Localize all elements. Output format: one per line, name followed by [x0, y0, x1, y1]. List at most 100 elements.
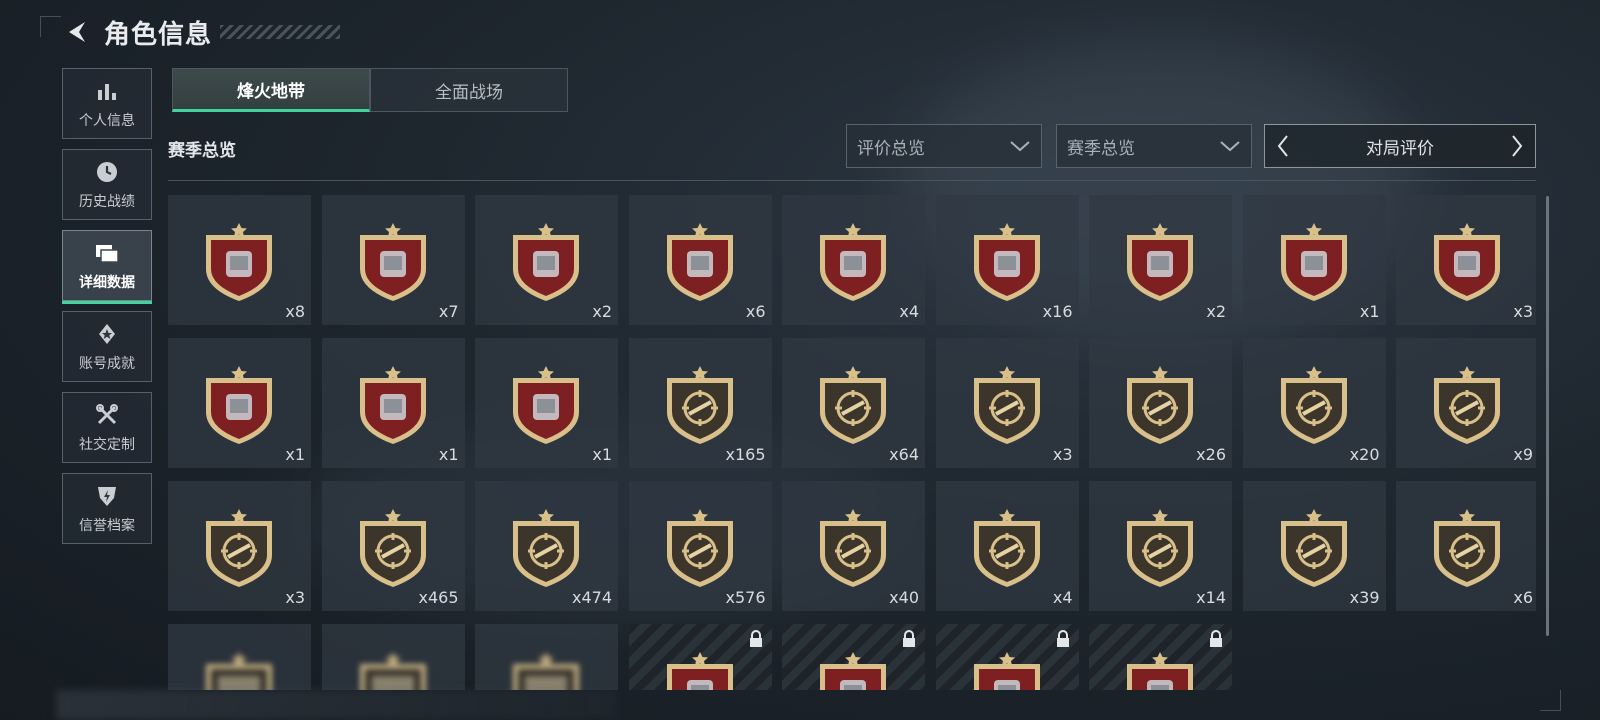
season-dropdown[interactable]: 赛季总览 — [1056, 124, 1252, 168]
tab-full-battlefield[interactable]: 全面战场 — [370, 68, 568, 112]
badge-count: x2 — [1206, 302, 1226, 321]
badge-cell[interactable]: x7 — [321, 195, 465, 325]
badge-cell[interactable] — [321, 624, 465, 690]
folder-icon — [94, 240, 120, 266]
badge-cell[interactable]: x2 — [1089, 195, 1232, 325]
badge-cell[interactable]: x4 — [935, 481, 1079, 611]
badge-count: x16 — [1042, 302, 1073, 321]
badge-count: x1 — [438, 445, 459, 464]
mask-head-icon — [1127, 509, 1193, 587]
sidebar-item-label: 历史战绩 — [79, 193, 135, 210]
plate-icon — [666, 223, 733, 301]
next-button[interactable] — [1505, 131, 1529, 161]
sidebar-item-reputation[interactable]: 信誉档案 — [62, 473, 152, 544]
chevron-down-icon — [1220, 141, 1240, 152]
wings-emblem-icon — [820, 509, 886, 587]
lock-icon — [903, 630, 915, 647]
sidebar-item-personal-info[interactable]: 个人信息 — [62, 68, 152, 139]
rating-dropdown[interactable]: 评价总览 — [846, 124, 1042, 168]
sidebar: 个人信息 历史战绩 详细数据 账号成就 社交定制 信誉档案 — [62, 68, 154, 554]
prev-button[interactable] — [1271, 131, 1295, 161]
sidebar-item-achievements[interactable]: 账号成就 — [62, 311, 152, 382]
rating-dropdown-label: 评价总览 — [857, 138, 925, 159]
badge-count: x4 — [899, 302, 919, 321]
rifle-crosshair-icon — [1127, 366, 1193, 444]
badge-count: x465 — [418, 588, 459, 607]
sidebar-item-social[interactable]: 社交定制 — [62, 392, 152, 463]
badge-cell[interactable]: x6 — [1396, 481, 1536, 611]
badge-cell[interactable]: x3 — [935, 338, 1079, 468]
badge-cell[interactable]: x9 — [1396, 338, 1536, 468]
skull-head-icon — [1434, 509, 1500, 587]
badge-count: x6 — [1513, 588, 1533, 607]
shield-bolt-icon — [94, 483, 120, 509]
badge-cell[interactable]: x20 — [1242, 338, 1386, 468]
frame-corner — [40, 16, 61, 37]
badge-cell[interactable]: x2 — [475, 195, 618, 325]
badge-cell[interactable] — [168, 624, 311, 690]
badge-cell[interactable]: x14 — [1089, 481, 1232, 611]
sidebar-item-detailed-data[interactable]: 详细数据 — [62, 230, 152, 304]
blurred-icon — [206, 652, 272, 690]
badge-cell[interactable]: x39 — [1242, 481, 1386, 611]
badge-cell[interactable]: x4 — [782, 195, 925, 325]
badge-cell[interactable]: x165 — [628, 338, 772, 468]
badge-cell[interactable]: x465 — [321, 481, 465, 611]
badge-cell[interactable] — [782, 624, 925, 690]
sidebar-item-history[interactable]: 历史战绩 — [62, 149, 152, 220]
bar-chart-icon — [94, 78, 120, 104]
badge-grid: x8 x7 x2 x6 x4 x16 x2 x1 x3 x1 x1 x1 x165 x64 x3 x26 x20… — [168, 195, 1536, 690]
badge-count: x165 — [725, 445, 766, 464]
badge-cell[interactable]: x40 — [782, 481, 925, 611]
blurred-icon — [513, 652, 579, 690]
lock-icon — [1210, 630, 1222, 647]
sniper-crosshair-icon — [1434, 366, 1500, 444]
badge-count: x2 — [592, 302, 612, 321]
badge-count: x576 — [725, 588, 766, 607]
sidebar-item-label: 社交定制 — [79, 436, 135, 453]
section-title: 赛季总览 — [168, 141, 236, 161]
badge-cell[interactable]: x3 — [168, 481, 311, 611]
tab-warzone[interactable]: 烽火地带 — [172, 68, 370, 112]
section-divider — [168, 180, 1536, 181]
server-rack-icon — [820, 223, 886, 301]
badge-cell[interactable]: x8 — [168, 195, 311, 325]
badge-count: x3 — [285, 588, 305, 607]
badge-cell[interactable]: x16 — [935, 195, 1079, 325]
badge-cell[interactable]: x576 — [628, 481, 772, 611]
sidebar-item-label: 个人信息 — [79, 112, 135, 129]
egg-icon — [1434, 223, 1500, 301]
sidebar-item-label: 账号成就 — [79, 355, 135, 372]
badge-count: x6 — [745, 302, 766, 321]
badge-cell[interactable] — [935, 624, 1079, 690]
lock-icon — [1056, 630, 1069, 647]
scrollbar[interactable] — [1546, 196, 1549, 636]
badge-cell[interactable]: x1 — [168, 338, 311, 468]
soldier-head-icon — [973, 509, 1040, 587]
badge-count: x26 — [1196, 445, 1226, 464]
clock-icon — [94, 159, 120, 185]
season-dropdown-label: 赛季总览 — [1067, 138, 1135, 159]
badge-cell[interactable]: x64 — [782, 338, 925, 468]
badge-cell[interactable]: x3 — [1396, 195, 1536, 325]
tools-icon — [94, 402, 120, 428]
rifle-crosshair-icon — [820, 366, 886, 444]
badge-cell[interactable]: x1 — [475, 338, 618, 468]
badge-count: x1 — [285, 445, 305, 464]
badge-cell[interactable]: x1 — [321, 338, 465, 468]
back-arrow-icon — [69, 22, 85, 42]
badge-cell[interactable]: x1 — [1242, 195, 1386, 325]
crate-icon — [973, 652, 1040, 690]
reactor-icon — [1280, 223, 1347, 301]
chevron-left-icon — [1277, 135, 1288, 157]
sidebar-item-label: 详细数据 — [79, 274, 135, 291]
diamond-icon — [206, 223, 272, 301]
badge-cell[interactable]: x6 — [628, 195, 772, 325]
badge-cell[interactable]: x26 — [1089, 338, 1232, 468]
badge-count: x7 — [438, 302, 459, 321]
badge-cell[interactable] — [475, 624, 618, 690]
badge-cell[interactable]: x474 — [475, 481, 618, 611]
badge-cell[interactable] — [628, 624, 772, 690]
back-button[interactable] — [60, 15, 94, 49]
badge-cell[interactable] — [1089, 624, 1232, 690]
